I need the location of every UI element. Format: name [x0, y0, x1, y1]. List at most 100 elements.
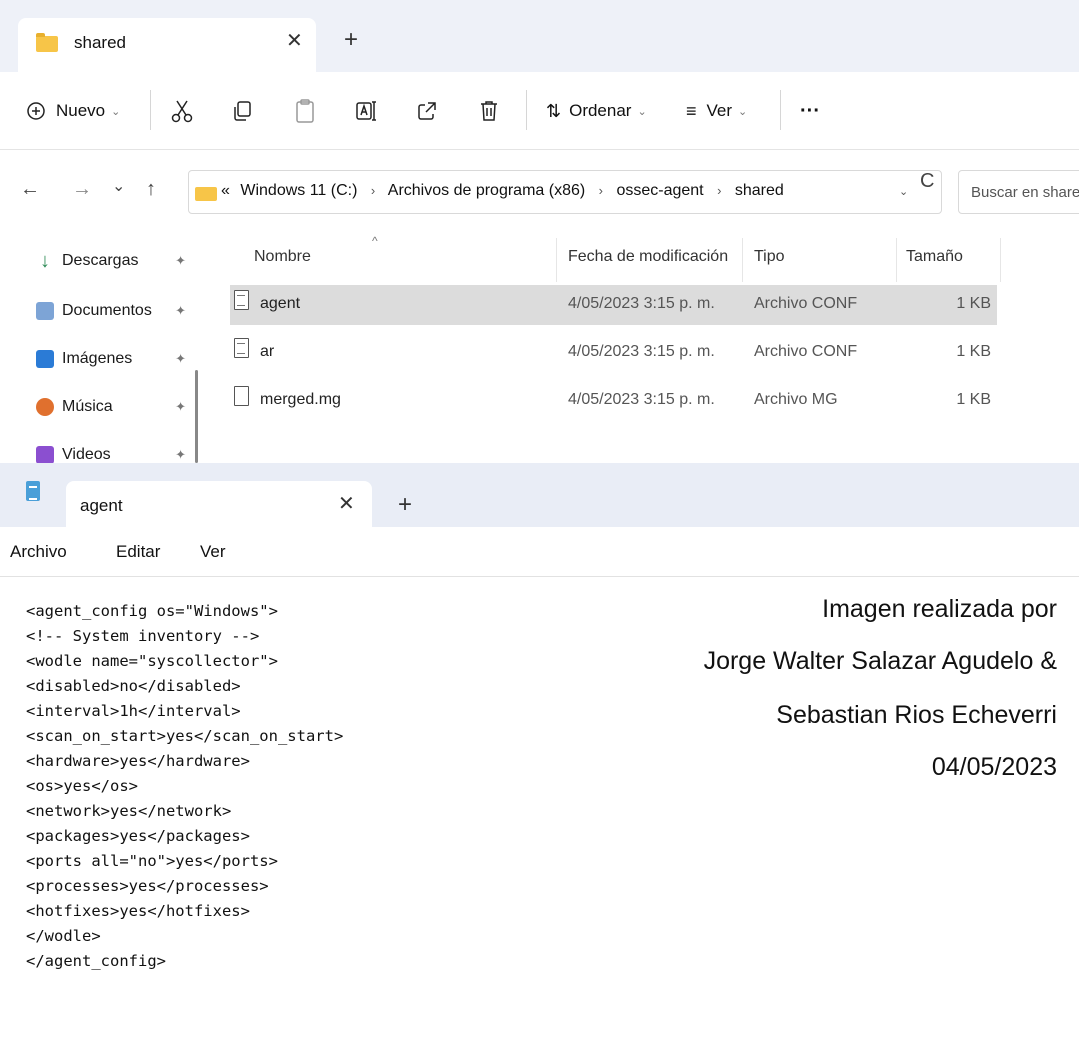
cut-icon — [171, 100, 193, 123]
close-tab-icon[interactable]: ✕ — [286, 28, 303, 53]
new-button[interactable]: Nuevo ⌄ — [26, 72, 120, 150]
code-line: <!-- System inventory --> — [26, 627, 260, 645]
menu-view[interactable]: Ver — [200, 542, 226, 562]
recent-locations-icon[interactable]: ⌄ — [112, 176, 125, 196]
music-icon — [36, 398, 54, 416]
column-header-size[interactable]: Tamaño — [906, 248, 963, 266]
view-lines-icon: ≡ — [686, 100, 697, 121]
credit-line: Imagen realizada por — [822, 595, 1057, 623]
breadcrumb-item[interactable]: ossec-agent — [616, 182, 703, 199]
notepad-tab-agent[interactable]: agent ✕ — [66, 481, 372, 527]
view-button[interactable]: ≡ Ver ⌄ — [686, 72, 747, 150]
address-row: ← → ⌄ ↑ « Windows 11 (C:) › Archivos de … — [0, 150, 1079, 234]
delete-button[interactable] — [478, 72, 500, 150]
blank-file-icon — [234, 386, 249, 406]
toolbar-divider — [150, 90, 151, 130]
column-header-name[interactable]: Nombre — [254, 248, 311, 266]
text-file-icon — [234, 338, 249, 358]
sidebar-item-label: Descargas — [62, 252, 139, 269]
text-file-icon — [234, 290, 249, 310]
sidebar-item-label: Música — [62, 398, 113, 415]
copy-button[interactable] — [232, 72, 254, 150]
up-arrow-icon[interactable]: ↑ — [146, 178, 156, 201]
sidebar-item-label: Imágenes — [62, 350, 133, 367]
file-name: ar — [260, 343, 275, 360]
explorer-tab-shared[interactable]: shared ✕ — [18, 18, 316, 72]
download-icon: ↓ — [40, 250, 50, 272]
sidebar-item-documents[interactable]: Documentos ✦ — [36, 296, 186, 326]
breadcrumb-separator: › — [370, 183, 376, 198]
forward-arrow-icon[interactable]: → — [72, 178, 92, 201]
menu-edit[interactable]: Editar — [116, 542, 160, 562]
sort-button[interactable]: ⇅ Ordenar ⌄ — [546, 72, 647, 150]
command-bar: Nuevo ⌄ ⇅ Ordenar ⌄ ≡ Ver ⌄ ··· — [0, 72, 1079, 150]
breadcrumb-separator: › — [717, 183, 722, 198]
menu-file[interactable]: Archivo — [10, 542, 67, 562]
file-row-ar[interactable]: ar 4/05/2023 3:15 p. m. Archivo CONF 1 K… — [230, 333, 997, 373]
file-size: 1 KB — [956, 343, 991, 360]
file-type: Archivo MG — [754, 391, 838, 408]
rename-button[interactable] — [354, 72, 378, 150]
trash-icon — [481, 101, 497, 121]
file-row-agent[interactable]: agent 4/05/2023 3:15 p. m. Archivo CONF … — [230, 285, 997, 325]
back-arrow-icon[interactable]: ← — [20, 178, 40, 201]
breadcrumb-item[interactable]: Archivos de programa (x86) — [388, 182, 585, 199]
address-bar[interactable]: « Windows 11 (C:) › Archivos de programa… — [188, 170, 942, 214]
paste-button[interactable] — [294, 72, 316, 150]
folder-icon — [36, 33, 58, 52]
code-line: <disabled>no</disabled> — [26, 677, 241, 695]
navigation-scrollbar[interactable] — [195, 370, 198, 463]
search-box[interactable] — [958, 170, 1079, 214]
code-line: <wodle name="syscollector"> — [26, 652, 278, 670]
sidebar-item-downloads[interactable]: ↓ Descargas ✦ — [36, 246, 186, 276]
column-header-modified[interactable]: Fecha de modificación — [568, 248, 728, 266]
breadcrumb-item[interactable]: shared — [735, 182, 784, 199]
add-circle-icon — [27, 102, 45, 120]
explorer-tab-strip: shared ✕ + — [0, 0, 1079, 72]
toolbar-divider — [526, 90, 527, 130]
file-type: Archivo CONF — [754, 295, 858, 312]
credit-line: Jorge Walter Salazar Agudelo & — [703, 647, 1057, 675]
code-line: <network>yes</network> — [26, 802, 232, 820]
share-button[interactable] — [416, 72, 438, 150]
menu-bar: Archivo Editar Ver — [0, 527, 1079, 577]
sidebar-item-pictures[interactable]: Imágenes ✦ — [36, 344, 186, 374]
new-tab-button[interactable]: + — [344, 26, 358, 54]
search-input[interactable] — [959, 171, 1079, 213]
column-header-type[interactable]: Tipo — [754, 248, 785, 266]
file-modified: 4/05/2023 3:15 p. m. — [568, 343, 715, 360]
column-divider — [556, 238, 557, 282]
pin-icon: ✦ — [175, 253, 186, 268]
sidebar-item-label: Documentos — [62, 302, 152, 319]
notepad-tab-strip: agent ✕ + — [0, 463, 1079, 527]
code-line: <scan_on_start>yes</scan_on_start> — [26, 727, 344, 745]
text-editor[interactable]: <agent_config os="Windows"> <!-- System … — [0, 577, 1079, 1041]
sidebar-item-music[interactable]: Música ✦ — [36, 392, 186, 422]
file-modified: 4/05/2023 3:15 p. m. — [568, 391, 715, 408]
sidebar-item-videos[interactable]: Videos ✦ — [36, 440, 186, 463]
refresh-icon[interactable]: C — [920, 170, 934, 193]
breadcrumb-separator: › — [598, 183, 603, 198]
new-tab-button[interactable]: + — [398, 491, 412, 519]
breadcrumb-overflow[interactable]: « — [221, 182, 230, 199]
column-divider — [1000, 238, 1001, 282]
code-line: <hotfixes>yes</hotfixes> — [26, 902, 250, 920]
toolbar-divider — [780, 90, 781, 130]
breadcrumb-item[interactable]: Windows 11 (C:) — [240, 182, 357, 199]
new-button-label: Nuevo — [56, 101, 106, 120]
sort-icon: ⇅ — [546, 100, 562, 121]
file-name: merged.mg — [260, 391, 341, 408]
more-options-button[interactable]: ··· — [800, 72, 820, 150]
chevron-down-icon: ⌄ — [111, 105, 121, 118]
file-size: 1 KB — [956, 295, 991, 312]
cut-button[interactable] — [170, 72, 194, 150]
file-row-merged[interactable]: merged.mg 4/05/2023 3:15 p. m. Archivo M… — [230, 381, 997, 421]
chevron-down-icon[interactable]: ⌄ — [899, 185, 908, 198]
close-tab-icon[interactable]: ✕ — [338, 491, 355, 516]
pictures-icon — [36, 350, 54, 368]
sort-button-label: Ordenar — [569, 101, 632, 120]
code-line: <agent_config os="Windows"> — [26, 602, 278, 620]
navigation-pane: ↓ Descargas ✦ Documentos ✦ Imágenes ✦ Mú… — [0, 234, 205, 463]
documents-icon — [36, 302, 54, 320]
share-icon — [418, 102, 436, 120]
